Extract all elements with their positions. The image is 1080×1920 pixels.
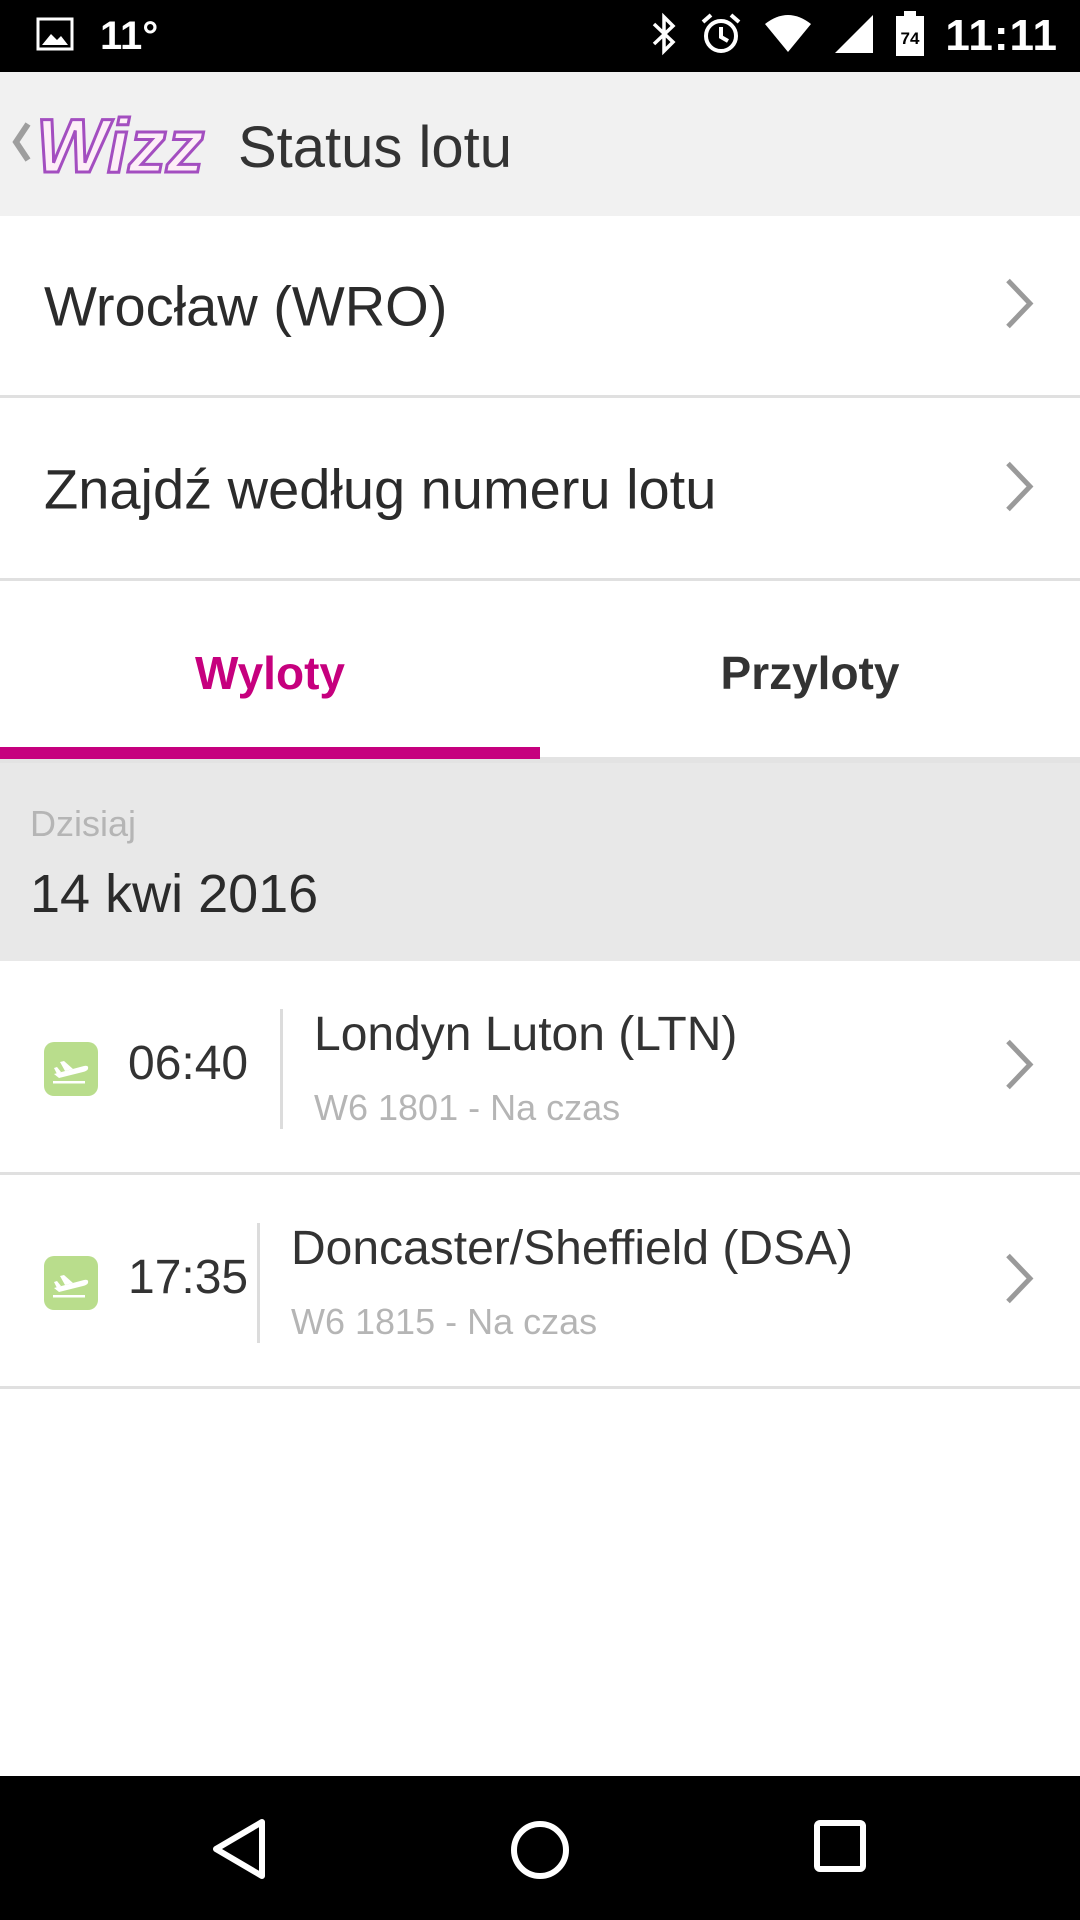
clock: 11:11 (945, 11, 1058, 60)
tab-arrivals[interactable]: Przyloty (540, 583, 1080, 763)
svg-text:74: 74 (901, 29, 920, 48)
airport-selector[interactable]: Wrocław (WRO) (0, 216, 1080, 398)
signal-icon (833, 13, 875, 60)
flight-destination: Londyn Luton (LTN) (314, 1008, 738, 1061)
flight-row[interactable]: 06:40 Londyn Luton (LTN) W6 1801 - Na cz… (0, 961, 1080, 1175)
search-by-flight-number[interactable]: Znajdź według numeru lotu (0, 399, 1080, 581)
divider (257, 1223, 260, 1343)
bluetooth-icon (649, 12, 679, 61)
wifi-icon (763, 14, 813, 59)
home-icon[interactable] (508, 1818, 572, 1887)
flight-time: 17:35 (128, 1251, 249, 1304)
flight-destination: Doncaster/Sheffield (DSA) (291, 1222, 854, 1275)
recents-icon[interactable] (812, 1818, 868, 1879)
tab-bar: Wyloty Przyloty (0, 583, 1080, 763)
flight-row[interactable]: 17:35 Doncaster/Sheffield (DSA) W6 1815 … (0, 1175, 1080, 1389)
chevron-right-icon (1002, 276, 1036, 335)
divider (280, 1009, 283, 1129)
date-header: Dzisiaj 14 kwi 2016 (0, 763, 1080, 961)
svg-text:Wizz: Wizz (36, 106, 204, 189)
day-label: Dzisiaj (30, 803, 137, 844)
status-bar: 11° 74 11:11 (0, 0, 1080, 72)
departure-plane-icon (44, 1256, 98, 1310)
search-label: Znajdź według numeru lotu (44, 457, 717, 520)
alarm-icon (699, 12, 743, 61)
flight-details: W6 1801 - Na czas (314, 1087, 621, 1128)
page-title: Status lotu (238, 115, 513, 180)
tab-departures[interactable]: Wyloty (0, 583, 540, 763)
temperature: 11° (100, 13, 159, 58)
flight-time: 06:40 (128, 1037, 249, 1090)
tab-indicator (0, 747, 540, 759)
battery-icon: 74 (895, 10, 925, 62)
chevron-right-icon (1002, 1037, 1036, 1096)
wizz-logo[interactable]: Wizz (34, 103, 230, 195)
flight-details: W6 1815 - Na czas (291, 1301, 598, 1342)
app-bar: Wizz Status lotu (0, 72, 1080, 216)
back-icon[interactable] (210, 1818, 270, 1885)
system-nav-bar (0, 1776, 1080, 1920)
date-label: 14 kwi 2016 (30, 864, 319, 924)
chevron-right-icon (1002, 1251, 1036, 1310)
back-chevron-icon[interactable] (8, 112, 34, 177)
image-icon (36, 17, 74, 56)
chevron-right-icon (1002, 459, 1036, 518)
airport-label: Wrocław (WRO) (44, 274, 448, 337)
departure-plane-icon (44, 1042, 98, 1096)
